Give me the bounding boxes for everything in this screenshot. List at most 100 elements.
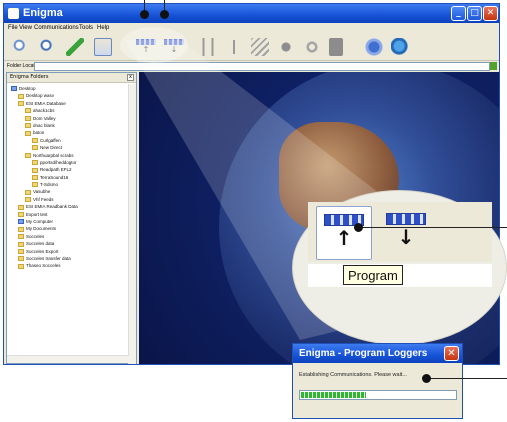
folder-tree-item[interactable]: New Direct: [7, 144, 129, 151]
folder-tree-label: ahack1cbs: [33, 108, 55, 114]
folder-tree-item[interactable]: Vasubhe: [7, 188, 129, 195]
folder-icon: [25, 115, 31, 121]
tool-5-icon[interactable]: [303, 38, 321, 56]
folder-icon: [18, 241, 24, 247]
folder-tree-label: Curlgaffen: [40, 137, 61, 143]
download-arrow-icon: ↓: [397, 225, 415, 249]
dialog-progress-fill: [301, 392, 366, 398]
folder-tree-item[interactable]: Desktop: [7, 85, 129, 92]
folder-tree-label: Vasubhe: [33, 189, 51, 195]
menu-help[interactable]: Help: [97, 25, 109, 31]
folder-tree-item[interactable]: Thaseo Socceles: [7, 262, 129, 269]
folder-icon: [32, 160, 38, 166]
globe-icon[interactable]: [391, 38, 409, 56]
folder-tree-label: My Documents: [26, 226, 57, 232]
folder-icon: [32, 167, 38, 173]
menu-view[interactable]: View: [19, 25, 32, 31]
folder-icon: [25, 197, 31, 203]
folder-location-field[interactable]: [34, 62, 490, 71]
menu-file[interactable]: File: [8, 25, 18, 31]
maximize-button[interactable]: □: [467, 6, 482, 21]
upload-arrow-icon: ↑: [335, 226, 353, 250]
help-icon[interactable]: [365, 38, 383, 56]
folder-tree-item[interactable]: baton: [7, 129, 129, 136]
folder-tree-label: T-Sdsmo: [40, 182, 59, 188]
folder-tree-item[interactable]: TerraSound16: [7, 174, 129, 181]
dialog-close-button[interactable]: ✕: [444, 346, 459, 361]
folder-icon: [32, 182, 38, 188]
folder-icon: [25, 189, 31, 195]
folder-tree-item[interactable]: ESI EMIA Database: [7, 100, 129, 107]
folder-tree-item[interactable]: T-Sdsmo: [7, 181, 129, 188]
folder-tree-item[interactable]: Socceles: [7, 233, 129, 240]
folder-tree-label: ESI EMIA Database: [26, 100, 66, 106]
folder-pane-header: Enigma Folders x: [7, 73, 136, 83]
folder-tree-label: Dom Valley: [33, 115, 56, 121]
folder-tree-item[interactable]: My Computer: [7, 218, 129, 225]
folder-tree-label: New Direct: [40, 145, 63, 151]
folder-tree-label: Socceles data: [26, 241, 55, 247]
program-tooltip: Program: [343, 265, 403, 285]
folder-tree-item[interactable]: Desktop wasv: [7, 92, 129, 99]
folder-tree-item[interactable]: Socceles data: [7, 240, 129, 247]
read-loggers-button[interactable]: ↓: [161, 38, 187, 58]
callout-dot: [422, 374, 431, 383]
folder-icon: [18, 101, 24, 107]
folder-tree-label: Desktop wasv: [26, 93, 55, 99]
tool-1-icon[interactable]: [199, 38, 217, 56]
folder-tree-label: Readpath EFL2: [40, 167, 72, 173]
folder-pane: Enigma Folders x Desktop Desktop wasv ESI …: [6, 72, 137, 364]
tool-3-icon[interactable]: [251, 38, 269, 56]
folder-tree-item[interactable]: ESI EMIA Readbank Data: [7, 203, 129, 210]
folder-icon: [32, 138, 38, 144]
folder-tree-label: My Computer: [26, 219, 54, 225]
folder-tree: Desktop Desktop wasv ESI EMIA Database ahac…: [7, 85, 129, 270]
back-icon[interactable]: [66, 38, 84, 56]
find-icon[interactable]: [38, 38, 56, 56]
folder-tree-item[interactable]: Socceles Export: [7, 248, 129, 255]
folder-tree-item[interactable]: Dom Valley: [7, 115, 129, 122]
magnified-read-button[interactable]: ↓: [378, 206, 434, 260]
folder-tree-label: Northuarpbal scrabs: [33, 152, 74, 158]
tool-6-icon[interactable]: [329, 38, 343, 56]
folder-tree-item[interactable]: pportsd/heddogtor: [7, 159, 129, 166]
folder-tree-item[interactable]: ahack1cbs: [7, 107, 129, 114]
callout-dot: [160, 10, 169, 19]
folder-tree-item[interactable]: Vhf Feeds: [7, 196, 129, 203]
folder-icon: [32, 145, 38, 151]
title-bar: Enigma _ □ ✕: [4, 4, 499, 23]
minimize-button[interactable]: _: [451, 6, 466, 21]
tool-4-icon[interactable]: [277, 38, 295, 56]
folder-tree-item[interactable]: Readpath EFL2: [7, 166, 129, 173]
folder-tree-item[interactable]: Curlgaffen: [7, 137, 129, 144]
app-icon: [8, 8, 19, 19]
search-icon[interactable]: [12, 38, 30, 56]
program-loggers-button[interactable]: ↑: [133, 38, 159, 58]
folder-tree-label: Socceles: [26, 233, 45, 239]
tool-2-icon[interactable]: [225, 38, 243, 56]
callout-line: [360, 227, 507, 228]
folder-tree-label: dnac blank: [33, 122, 55, 128]
folder-icon: [18, 204, 24, 210]
folder-tree-label: ESI EMIA Readbank Data: [26, 204, 78, 210]
folder-icon: [18, 256, 24, 262]
folder-icon: [18, 234, 24, 240]
folder-tree-item[interactable]: dnac blank: [7, 122, 129, 129]
menu-tools[interactable]: Tools: [79, 25, 93, 31]
folder-tree-label: pportsd/heddogtor: [40, 159, 77, 165]
folder-tree-item[interactable]: Socceles transfer data: [7, 255, 129, 262]
horizontal-scrollbar[interactable]: [7, 355, 129, 363]
folder-tree-item[interactable]: Northuarpbal scrabs: [7, 152, 129, 159]
go-icon[interactable]: [490, 62, 497, 70]
magnified-program-button[interactable]: ↑: [316, 206, 372, 260]
close-pane-icon[interactable]: x: [127, 74, 134, 81]
folder-icon: [25, 130, 31, 136]
close-button[interactable]: ✕: [483, 6, 498, 21]
properties-icon[interactable]: [94, 38, 112, 56]
computer-icon: [18, 219, 24, 225]
menu-communications[interactable]: Communications: [34, 25, 79, 31]
folder-tree-item[interactable]: Export test: [7, 211, 129, 218]
folder-tree-item[interactable]: My Documents: [7, 225, 129, 232]
folder-tree-label: Socceles Export: [26, 248, 59, 254]
vertical-scrollbar[interactable]: [128, 84, 136, 364]
